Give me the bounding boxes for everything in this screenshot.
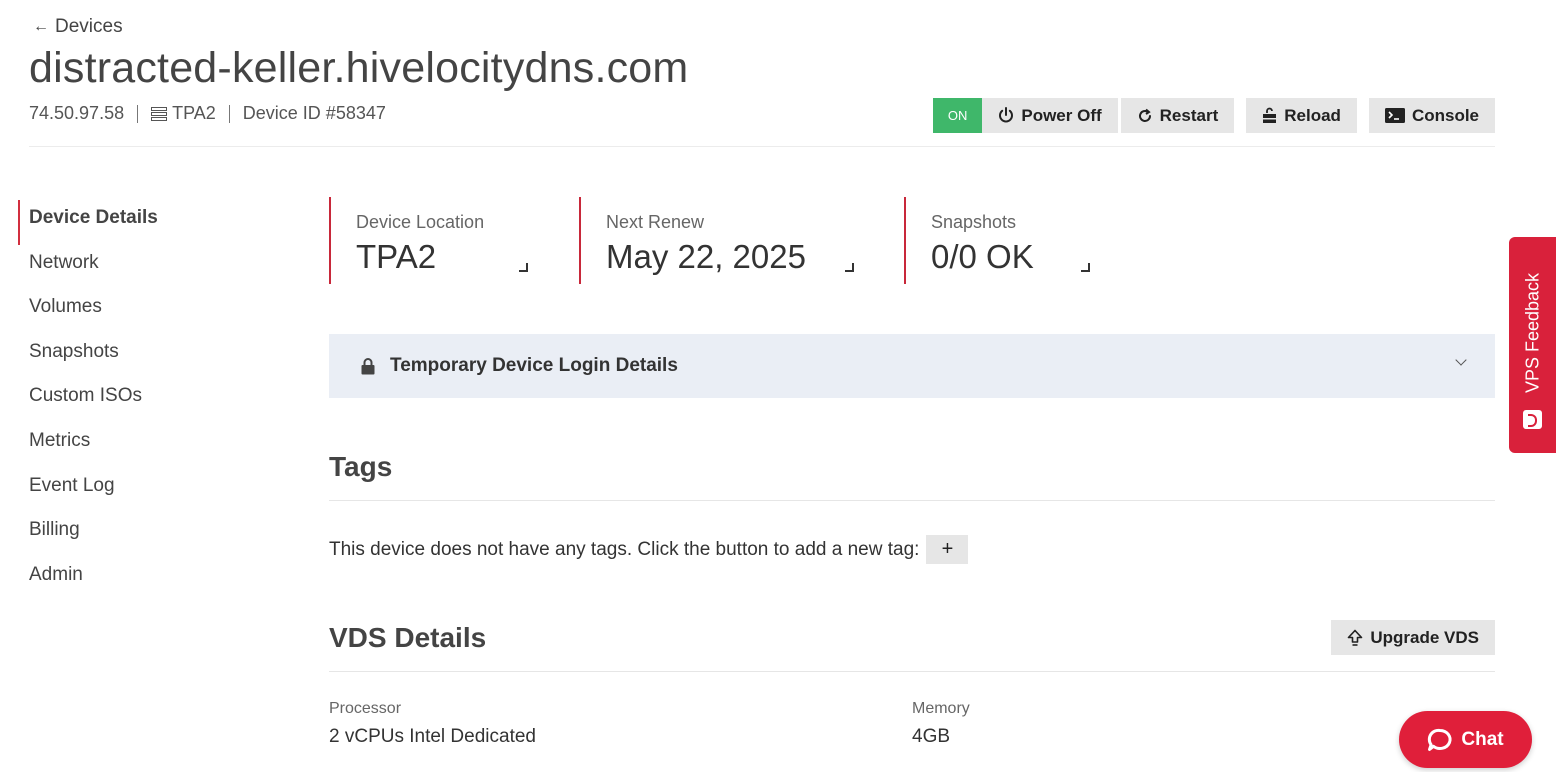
tags-empty: This device does not have any tags. Clic… (329, 535, 969, 564)
header-divider (29, 146, 1495, 147)
device-actions: ON Power Off Restart Reload Console (932, 98, 1495, 133)
console-button[interactable]: Console (1368, 98, 1495, 133)
temporary-login-panel[interactable]: Temporary Device Login Details (329, 334, 1495, 398)
sidebar-item-custom-isos[interactable]: Custom ISOs (18, 378, 278, 423)
chat-bubble-icon (1428, 728, 1452, 751)
sidebar-item-snapshots[interactable]: Snapshots (18, 334, 278, 379)
sidebar-item-metrics[interactable]: Metrics (18, 423, 278, 468)
power-icon (999, 107, 1014, 123)
sidebar-item-event-log[interactable]: Event Log (18, 468, 278, 513)
sidebar-item-network[interactable]: Network (18, 245, 278, 290)
stat-label: Snapshots (931, 212, 1017, 232)
tags-title: Tags (329, 451, 393, 482)
server-icon (151, 106, 168, 122)
terminal-icon (1384, 108, 1405, 123)
lock-icon (361, 357, 375, 374)
sidebar-item-admin[interactable]: Admin (18, 557, 278, 602)
restart-label: Restart (1159, 105, 1219, 125)
tags-empty-text: This device does not have any tags. Clic… (329, 538, 920, 560)
chevron-down-icon[interactable] (1455, 354, 1467, 366)
sidebar-item-device-details[interactable]: Device Details (18, 200, 278, 245)
expand-corner-icon (519, 263, 528, 272)
power-off-label: Power Off (1021, 105, 1102, 125)
stat-label: Next Renew (606, 212, 705, 232)
arrow-left-icon: ← (33, 18, 49, 35)
processor-label: Processor (329, 700, 402, 717)
login-panel-title: Temporary Device Login Details (390, 355, 678, 376)
back-link-label: Devices (55, 16, 123, 37)
upgrade-vds-button[interactable]: Upgrade VDS (1331, 620, 1495, 655)
sidebar-item-billing[interactable]: Billing (18, 512, 278, 557)
upload-arrow-icon (1348, 629, 1363, 646)
meta-divider (137, 104, 139, 123)
vds-divider (329, 671, 1495, 672)
processor-value: 2 vCPUs Intel Dedicated (329, 726, 536, 747)
memory-value: 4GB (912, 726, 951, 747)
vps-feedback-tab[interactable]: VPS Feedback (1509, 237, 1556, 453)
stat-value: TPA2 (356, 238, 437, 275)
vds-details-title: VDS Details (329, 622, 487, 653)
device-ip: 74.50.97.58 (29, 103, 125, 123)
stat-value: May 22, 2025 (606, 238, 806, 275)
stat-next-renew[interactable]: Next Renew May 22, 2025 (579, 197, 904, 284)
eject-icon (1263, 107, 1277, 123)
device-location: TPA2 (172, 103, 216, 123)
page-title: distracted-keller.hivelocitydns.com (29, 44, 689, 92)
tags-divider (329, 500, 1495, 501)
restart-icon (1138, 108, 1151, 122)
chat-button[interactable]: Chat (1399, 711, 1532, 768)
device-id: Device ID #58347 (242, 103, 386, 123)
memory-label: Memory (912, 700, 970, 717)
power-status-badge[interactable]: ON (932, 98, 983, 133)
add-tag-button[interactable]: + (926, 535, 969, 564)
sidebar-item-volumes[interactable]: Volumes (18, 289, 278, 334)
reload-label: Reload (1284, 105, 1341, 125)
upgrade-vds-label: Upgrade VDS (1370, 627, 1479, 647)
restart-button[interactable]: Restart (1120, 98, 1235, 133)
console-label: Console (1411, 105, 1479, 125)
stat-value: 0/0 OK (931, 238, 1034, 275)
meta-divider (228, 104, 230, 123)
power-off-button[interactable]: Power Off (982, 98, 1118, 133)
sidebar-nav: Device Details Network Volumes Snapshots… (18, 200, 278, 601)
back-to-devices-link[interactable]: ← Devices (33, 16, 123, 38)
device-meta: 74.50.97.58 TPA2 Device ID #58347 (29, 103, 386, 124)
reload-button[interactable]: Reload (1246, 98, 1357, 133)
feedback-label: VPS Feedback (1522, 272, 1542, 394)
stat-label: Device Location (356, 212, 485, 232)
feedback-smile-icon (1523, 410, 1542, 429)
device-stats: Device Location TPA2 Next Renew May 22, … (329, 197, 1154, 284)
stat-device-location[interactable]: Device Location TPA2 (329, 197, 579, 284)
stat-snapshots[interactable]: Snapshots 0/0 OK (904, 197, 1154, 284)
expand-corner-icon (1081, 263, 1090, 272)
expand-corner-icon (845, 263, 854, 272)
chat-label: Chat (1461, 728, 1504, 750)
